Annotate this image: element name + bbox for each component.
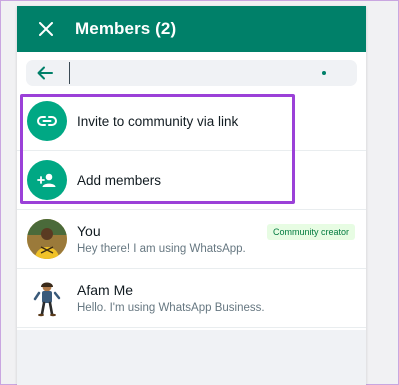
search-wrapper [17, 52, 366, 92]
invite-via-link-label: Invite to community via link [77, 113, 239, 129]
invite-icon-circle [27, 101, 67, 141]
members-panel: Members (2) Invite to community via link [17, 6, 366, 385]
panel-header: Members (2) [17, 6, 366, 52]
invite-via-link-button[interactable]: Invite to community via link [17, 92, 366, 150]
add-members-icon-circle [27, 160, 67, 200]
close-button[interactable] [35, 18, 57, 40]
member-status: Hey there! I am using WhatsApp. [77, 243, 246, 255]
empty-list-area [17, 330, 366, 385]
avatar-photo [27, 219, 67, 259]
member-name: Afam Me [77, 282, 134, 298]
avatar [27, 219, 67, 259]
action-list: Invite to community via link Add members [17, 92, 366, 210]
add-members-label: Add members [77, 172, 162, 188]
arrow-left-icon [37, 66, 53, 80]
member-info: Afam Me Hello. I'm using WhatsApp Busine… [77, 282, 366, 314]
community-creator-badge: Community creator [266, 224, 355, 240]
add-person-icon [37, 173, 56, 187]
search-input[interactable] [69, 62, 357, 84]
member-status: Hello. I'm using WhatsApp Business. [77, 302, 265, 314]
search-bar [26, 60, 357, 86]
panel-title: Members (2) [75, 19, 177, 38]
back-button[interactable] [35, 63, 55, 83]
search-indicator-dot [322, 71, 326, 75]
member-row-afam-me[interactable]: Afam Me Hello. I'm using WhatsApp Busine… [17, 269, 366, 328]
avatar [27, 278, 67, 318]
add-members-button[interactable]: Add members [17, 150, 366, 209]
close-icon [39, 22, 53, 36]
link-icon [37, 116, 57, 126]
member-row-you[interactable]: You Hey there! I am using WhatsApp. Comm… [17, 210, 366, 269]
avatar-illustration [27, 278, 67, 318]
